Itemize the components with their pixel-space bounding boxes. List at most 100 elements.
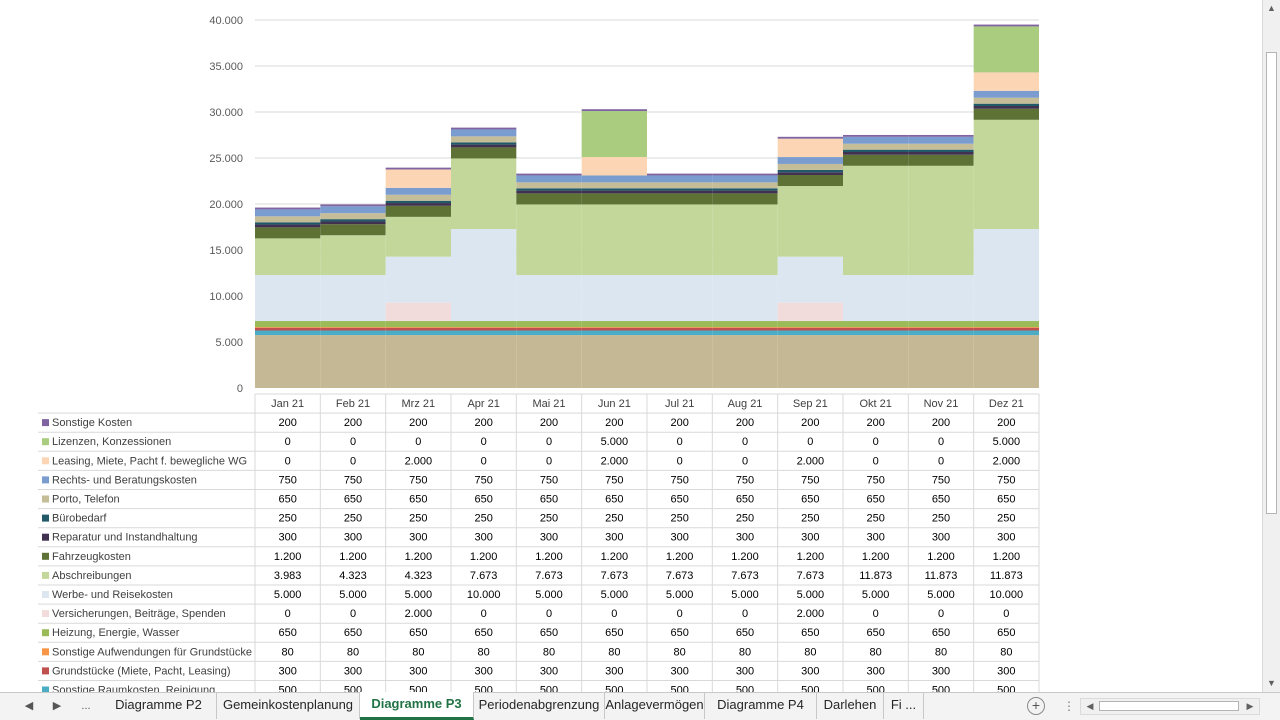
- bar-segment: [908, 165, 974, 276]
- table-cell: 250: [997, 513, 1015, 525]
- scroll-left-icon[interactable]: ◀: [1083, 699, 1097, 714]
- worksheet-area[interactable]: 0 5.000 10.000 15.000 20.000 25.000 30.000 35.0…: [0, 0, 1262, 692]
- legend-label: Rechts- und Beratungskosten: [52, 474, 197, 486]
- table-cell: 650: [409, 494, 427, 506]
- bar-segment: [516, 275, 582, 322]
- sheet-tab[interactable]: Diagramme P2: [101, 693, 217, 719]
- table-cell: 4.323: [405, 570, 433, 582]
- bar-segment: [255, 216, 321, 223]
- bar-segment: [712, 175, 778, 183]
- bar-segment: [908, 134, 974, 137]
- table-cell: 500: [605, 685, 623, 693]
- table-cell: 0: [938, 436, 944, 448]
- table-cell: 80: [739, 646, 751, 658]
- table-cell: 650: [540, 627, 558, 639]
- bar-segment: [451, 321, 517, 328]
- bar-segment: [385, 194, 451, 201]
- table-cell: 300: [866, 532, 884, 544]
- table-cell: 1.200: [797, 551, 825, 563]
- bar-segment: [973, 108, 1039, 120]
- sheet-tab[interactable]: Anlagevermögen: [605, 693, 705, 719]
- table-cell: 2.000: [601, 455, 629, 467]
- legend-label: Sonstige Kosten: [52, 417, 132, 429]
- bar-segment: [451, 335, 517, 388]
- bar-segment: [777, 174, 843, 187]
- bar-segment: [843, 330, 909, 336]
- bar-segment: [777, 302, 843, 322]
- table-cell: 750: [409, 474, 427, 486]
- tab-more-left[interactable]: ...: [75, 697, 97, 715]
- sheet-tab[interactable]: Fi ...: [884, 693, 924, 719]
- table-cell: 300: [278, 665, 296, 677]
- sheet-tab[interactable]: Diagramme P3: [360, 692, 474, 720]
- y-tick-label: 20.000: [209, 199, 243, 211]
- horizontal-scrollbar[interactable]: ◀ ▶: [1080, 698, 1260, 715]
- table-cell: 250: [670, 513, 688, 525]
- vertical-scroll-thumb[interactable]: [1266, 52, 1277, 514]
- table-cell: 0: [350, 455, 356, 467]
- bar-segment: [516, 182, 582, 189]
- table-cell: 300: [344, 532, 362, 544]
- table-cell: 750: [801, 474, 819, 486]
- tab-scroll-left-icon[interactable]: ◀: [18, 697, 40, 715]
- sheet-tab[interactable]: Diagramme P4: [705, 693, 817, 719]
- bar-segment: [777, 256, 843, 303]
- bar-segment: [385, 330, 451, 336]
- legend-key: [42, 514, 49, 522]
- table-cell: 300: [344, 665, 362, 677]
- bar-segment: [712, 330, 778, 336]
- bar-segment: [320, 235, 386, 276]
- table-cell: 200: [997, 417, 1015, 429]
- table-cell: 0: [938, 608, 944, 620]
- bar-segment: [777, 335, 843, 388]
- bar-segment: [647, 330, 713, 336]
- table-cell: 1.200: [731, 551, 759, 563]
- tab-scroll-right-icon[interactable]: ▶: [46, 697, 68, 715]
- table-cell: 80: [543, 646, 555, 658]
- table-cell: 5.000: [862, 589, 890, 601]
- tabbar-separator[interactable]: ⋮: [1063, 699, 1075, 713]
- table-cell: 200: [409, 417, 427, 429]
- table-cell: 1.200: [666, 551, 694, 563]
- legend-label: Porto, Telefon: [52, 494, 120, 506]
- legend-key: [42, 438, 49, 446]
- bar-segment: [581, 327, 647, 328]
- table-cell: 250: [605, 513, 623, 525]
- add-sheet-icon[interactable]: +: [1027, 697, 1045, 715]
- scroll-right-icon[interactable]: ▶: [1243, 699, 1257, 714]
- bar-segment: [516, 335, 582, 388]
- table-cell: 80: [1000, 646, 1012, 658]
- sheet-tab[interactable]: Darlehen: [817, 693, 884, 719]
- bar-segment: [320, 321, 386, 328]
- sheet-tab[interactable]: Periodenabgrenzung: [474, 693, 605, 719]
- scroll-up-icon[interactable]: ▲: [1263, 0, 1280, 17]
- bar-segment: [973, 330, 1039, 336]
- bar-segment: [255, 209, 321, 217]
- bar-segment: [973, 327, 1039, 328]
- bar-segment: [908, 149, 974, 152]
- table-cell: 750: [736, 474, 754, 486]
- table-cell: 300: [932, 532, 950, 544]
- y-tick-label: 40.000: [209, 15, 243, 27]
- horizontal-scroll-thumb[interactable]: [1099, 701, 1239, 711]
- scroll-down-icon[interactable]: ▼: [1263, 675, 1280, 692]
- bar-segment: [712, 327, 778, 328]
- bar-segment: [385, 327, 451, 328]
- bar-segment: [451, 127, 517, 130]
- vertical-scrollbar[interactable]: ▲ ▼: [1262, 0, 1280, 692]
- table-cell: 200: [670, 417, 688, 429]
- bar-segment: [777, 321, 843, 328]
- table-cell: 650: [344, 494, 362, 506]
- table-row: Abschreibungen 3.983 4.323 4.323 7.673 7.673 7…: [42, 570, 1023, 582]
- bar-segment: [973, 72, 1039, 91]
- bar-segment: [385, 200, 451, 204]
- table-cell: 1.200: [405, 551, 433, 563]
- table-cell: 500: [474, 685, 492, 693]
- x-tick-label: Jul 21: [665, 398, 694, 410]
- sheet-tab[interactable]: Gemeinkostenplanung: [217, 693, 360, 719]
- stacked-column-chart[interactable]: 0 5.000 10.000 15.000 20.000 25.000 30.000 35.0…: [0, 0, 1262, 692]
- legend-label: Werbe- und Reisekosten: [52, 589, 173, 601]
- bar-segment: [712, 335, 778, 388]
- bar-segment: [712, 173, 778, 176]
- bar-segment: [777, 330, 843, 336]
